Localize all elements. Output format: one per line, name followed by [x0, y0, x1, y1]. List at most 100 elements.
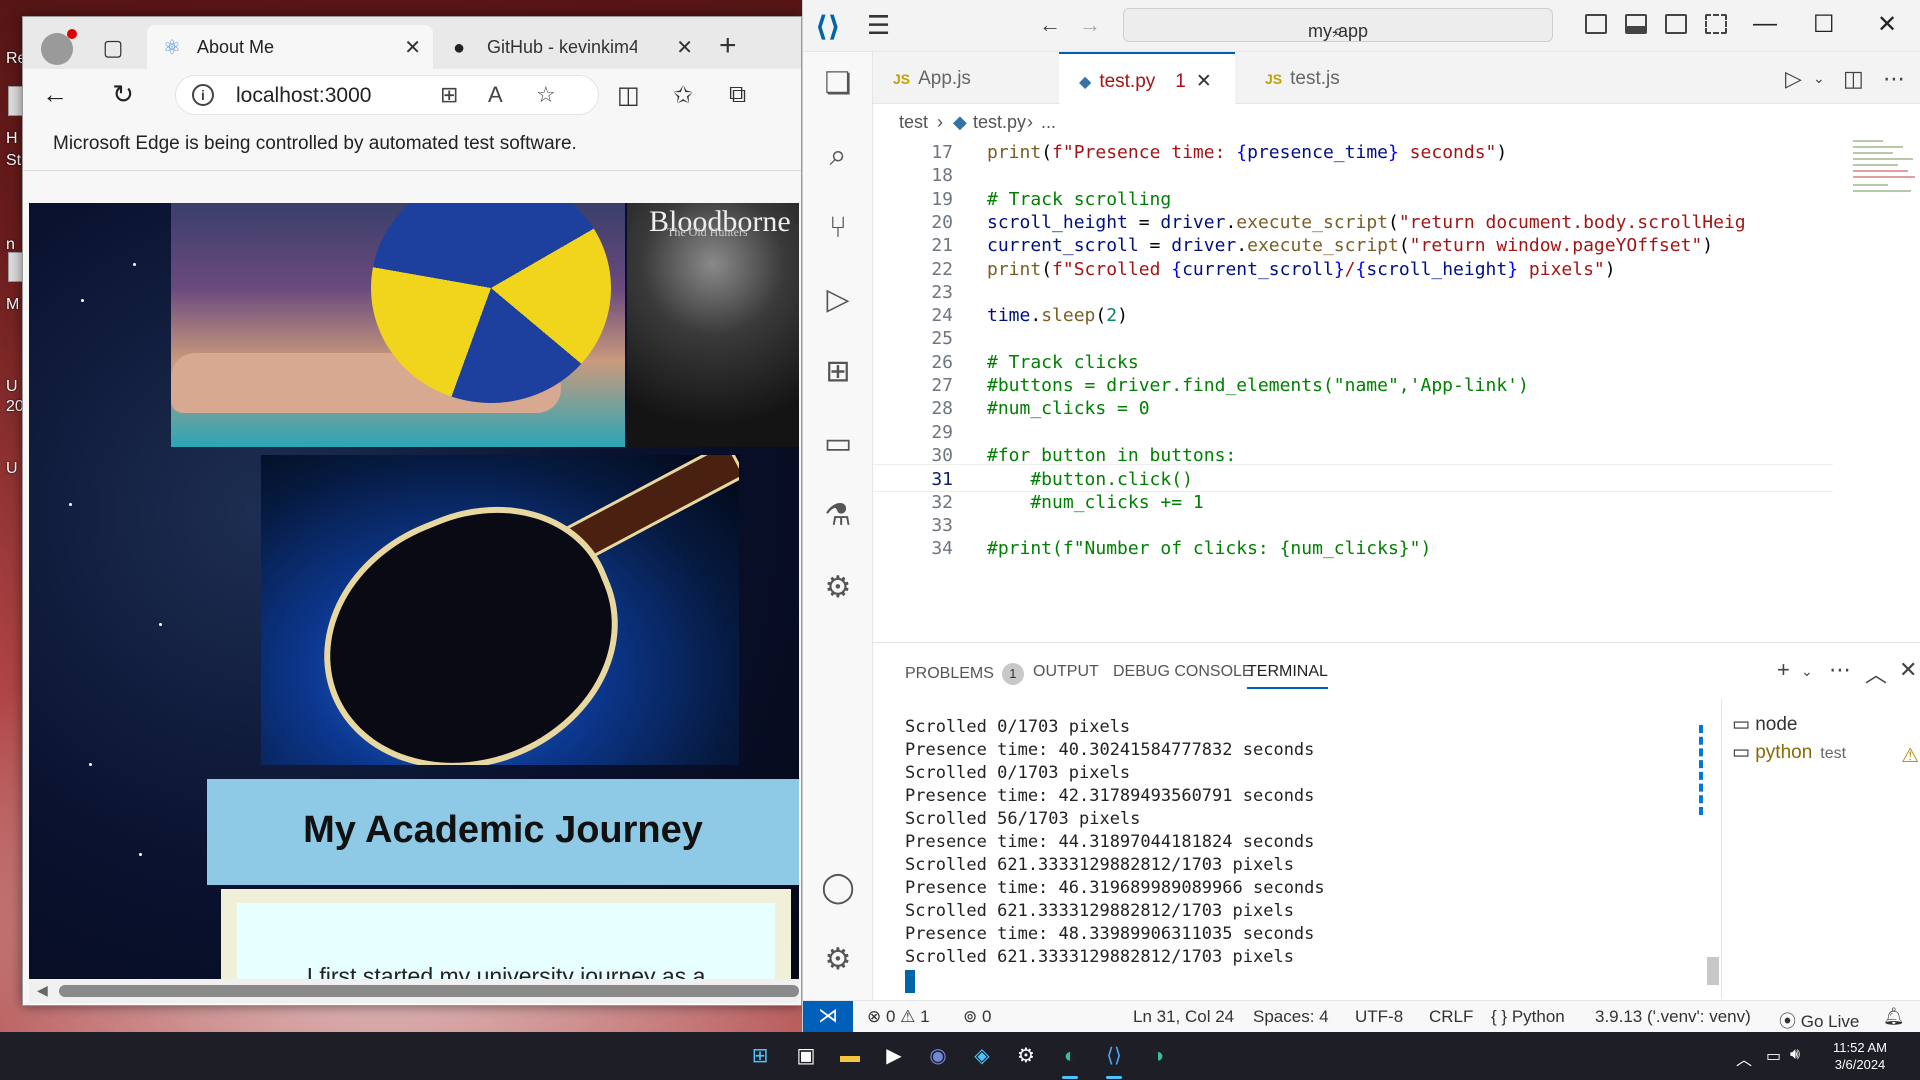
extensions-icon[interactable]: ⊞	[820, 354, 856, 390]
new-terminal-icon[interactable]: +	[1777, 657, 1790, 683]
tab-about-me[interactable]: ⚛ About Me ✕	[147, 25, 433, 69]
panel-tab-output[interactable]: OUTPUT	[1033, 663, 1099, 681]
more-actions-icon[interactable]: ⋯	[1883, 66, 1905, 92]
tab-test-py[interactable]: ◆ test.py 1 ✕	[1059, 52, 1235, 104]
start-icon[interactable]: ⊞	[744, 1040, 776, 1072]
run-dropdown-icon[interactable]: ⌄	[1813, 70, 1825, 87]
tab-actions-icon[interactable]: ▢	[99, 35, 127, 61]
favorites-icon[interactable]: ✩	[673, 81, 693, 110]
maximize-panel-icon[interactable]: ︿	[1865, 657, 1887, 689]
testing-icon[interactable]: ⚗	[820, 498, 856, 534]
terminal-scrollbar-thumb[interactable]	[1707, 957, 1719, 985]
breadcrumb-symbol[interactable]: ...	[1041, 112, 1056, 133]
code-editor[interactable]: 17 print(f"Presence time: {presence_time}…	[873, 138, 1920, 642]
address-url[interactable]: localhost:3000	[236, 84, 371, 108]
terminal-output[interactable]: Scrolled 0/1703 pixels Presence time: 40.…	[905, 717, 1485, 997]
maximize-icon[interactable]: ☐	[1813, 10, 1835, 39]
terminal-item-python[interactable]: ▭ python test	[1732, 741, 1846, 764]
line-text: time.sleep(2)	[987, 305, 1128, 327]
discord-icon[interactable]: ◉	[922, 1040, 954, 1072]
menu-hamburger-icon[interactable]: ☰	[867, 10, 890, 41]
breadcrumb-file[interactable]: test.py	[973, 112, 1026, 133]
language-mode[interactable]: { } Python	[1491, 1007, 1565, 1027]
remote-indicator-icon[interactable]: ⋊	[803, 1001, 853, 1033]
academic-journey-banner: My Academic Journey	[207, 779, 799, 885]
address-bar[interactable]: i localhost:3000 ⊞ A ☆	[175, 75, 599, 115]
run-debug-icon[interactable]: ▷	[820, 282, 856, 318]
source-control-icon[interactable]: ⑂	[820, 210, 856, 246]
panel-tab-terminal[interactable]: TERMINAL	[1247, 663, 1328, 689]
steam-icon[interactable]: ⚙	[1010, 1040, 1042, 1072]
new-tab-icon[interactable]: +	[719, 29, 737, 63]
encoding-status[interactable]: UTF-8	[1355, 1007, 1403, 1027]
close-tab-icon[interactable]: ✕	[676, 35, 693, 60]
code-line[interactable]: 34 #print(f"Number of clicks: {num_clicks…	[873, 534, 1833, 562]
microsoft-store-icon[interactable]: ▣	[790, 1040, 822, 1072]
volume-icon[interactable]: 🔊︎	[1790, 1046, 1800, 1064]
ports-status[interactable]: ⊚ 0	[963, 1007, 991, 1027]
scroll-left-icon[interactable]: ◀	[37, 982, 48, 999]
vscode-taskbar-icon[interactable]: ⟨⟩	[1098, 1040, 1130, 1072]
breadcrumb-folder[interactable]: test	[899, 112, 928, 133]
python-interpreter[interactable]: 3.9.13 ('.venv': venv)	[1595, 1007, 1751, 1027]
customize-layout-icon[interactable]	[1705, 14, 1727, 34]
remote-explorer-icon[interactable]: ▭	[820, 426, 856, 462]
nav-forward-icon[interactable]: →	[1079, 12, 1101, 38]
panel-tab-problems[interactable]: PROBLEMS 1	[905, 663, 1024, 685]
explorer-icon[interactable]: ❏	[820, 66, 856, 102]
go-live-button[interactable]: ⦿ Go Live	[1779, 1007, 1859, 1032]
problems-status[interactable]: ⊗ 0 ⚠ 1	[867, 1007, 930, 1027]
page-viewport[interactable]: Bloodborne The Old Hunters My Academic J…	[29, 203, 799, 979]
refresh-icon[interactable]: ↻	[107, 79, 139, 111]
workspace-name: my-app	[1307, 21, 1369, 41]
cursor-position[interactable]: Ln 31, Col 24	[1133, 1007, 1234, 1027]
settings-gear-icon[interactable]: ⚙	[820, 942, 856, 978]
system-clock[interactable]: 11:52 AM 3/6/2024	[1820, 1039, 1900, 1073]
toggle-sidebar-icon[interactable]	[1585, 14, 1607, 34]
split-editor-icon[interactable]: ◫	[1843, 66, 1864, 92]
favorite-star-icon[interactable]: ☆	[536, 82, 556, 108]
tab-app-js[interactable]: JS App.js	[889, 52, 1049, 104]
edge-icon[interactable]: ◐	[1054, 1040, 1086, 1072]
media-player-icon[interactable]: ▶	[878, 1040, 910, 1072]
live-share-icon[interactable]: ⚙	[820, 570, 856, 606]
collections-icon[interactable]: ⧉	[729, 81, 746, 109]
close-tab-icon[interactable]: ✕	[1196, 71, 1212, 92]
close-panel-icon[interactable]: ✕	[1899, 657, 1917, 683]
horizontal-scrollbar[interactable]: ◀	[29, 979, 799, 1003]
split-screen-icon[interactable]: ◫	[617, 81, 640, 110]
back-arrow-icon[interactable]: ←	[39, 79, 71, 111]
more-actions-icon[interactable]: ⋯	[1829, 657, 1851, 683]
file-explorer-icon[interactable]: ▬	[834, 1040, 866, 1072]
notifications-bell-icon[interactable]: 🔔︎	[1883, 1007, 1905, 1027]
tab-github[interactable]: ● GitHub - kevinkim427 ✕	[437, 25, 705, 69]
show-hidden-icons-icon[interactable]: ︿	[1736, 1046, 1752, 1070]
copilot-icon[interactable]: ◈	[966, 1040, 998, 1072]
site-info-icon[interactable]: i	[192, 84, 214, 106]
search-icon[interactable]: ⌕	[820, 138, 856, 174]
eol-status[interactable]: CRLF	[1429, 1007, 1473, 1027]
app-available-icon[interactable]: ⊞	[440, 82, 458, 108]
toggle-secondary-sidebar-icon[interactable]	[1665, 14, 1687, 34]
terminal-line: Scrolled 621.3333129882812/1703 pixels	[905, 901, 1294, 921]
minimap[interactable]	[1843, 138, 1920, 642]
command-center-search[interactable]: ⌕ my-app	[1123, 8, 1553, 42]
indentation-status[interactable]: Spaces: 4	[1253, 1007, 1329, 1027]
nav-back-icon[interactable]: ←	[1039, 12, 1061, 38]
toggle-panel-icon[interactable]	[1625, 14, 1647, 34]
minimize-icon[interactable]: —	[1753, 10, 1777, 38]
accounts-icon[interactable]: ◯	[820, 870, 856, 906]
scrollbar-thumb[interactable]	[59, 985, 799, 997]
close-tab-icon[interactable]: ✕	[404, 35, 421, 60]
panel-tab-debug-console[interactable]: DEBUG CONSOLE	[1113, 663, 1253, 681]
terminal-dropdown-icon[interactable]: ⌄	[1801, 663, 1813, 680]
read-aloud-icon[interactable]: A	[488, 82, 503, 108]
close-window-icon[interactable]: ✕	[1877, 10, 1897, 39]
minimap-line	[1853, 176, 1915, 178]
terminal-item-node[interactable]: ▭ node	[1732, 713, 1798, 736]
run-file-icon[interactable]: ▷	[1785, 66, 1802, 92]
profile-avatar-icon[interactable]	[41, 29, 77, 65]
edge-dev-icon[interactable]: ◑	[1142, 1040, 1174, 1072]
tab-test-js[interactable]: JS test.js	[1245, 52, 1405, 104]
network-icon[interactable]: ▭	[1766, 1046, 1781, 1066]
